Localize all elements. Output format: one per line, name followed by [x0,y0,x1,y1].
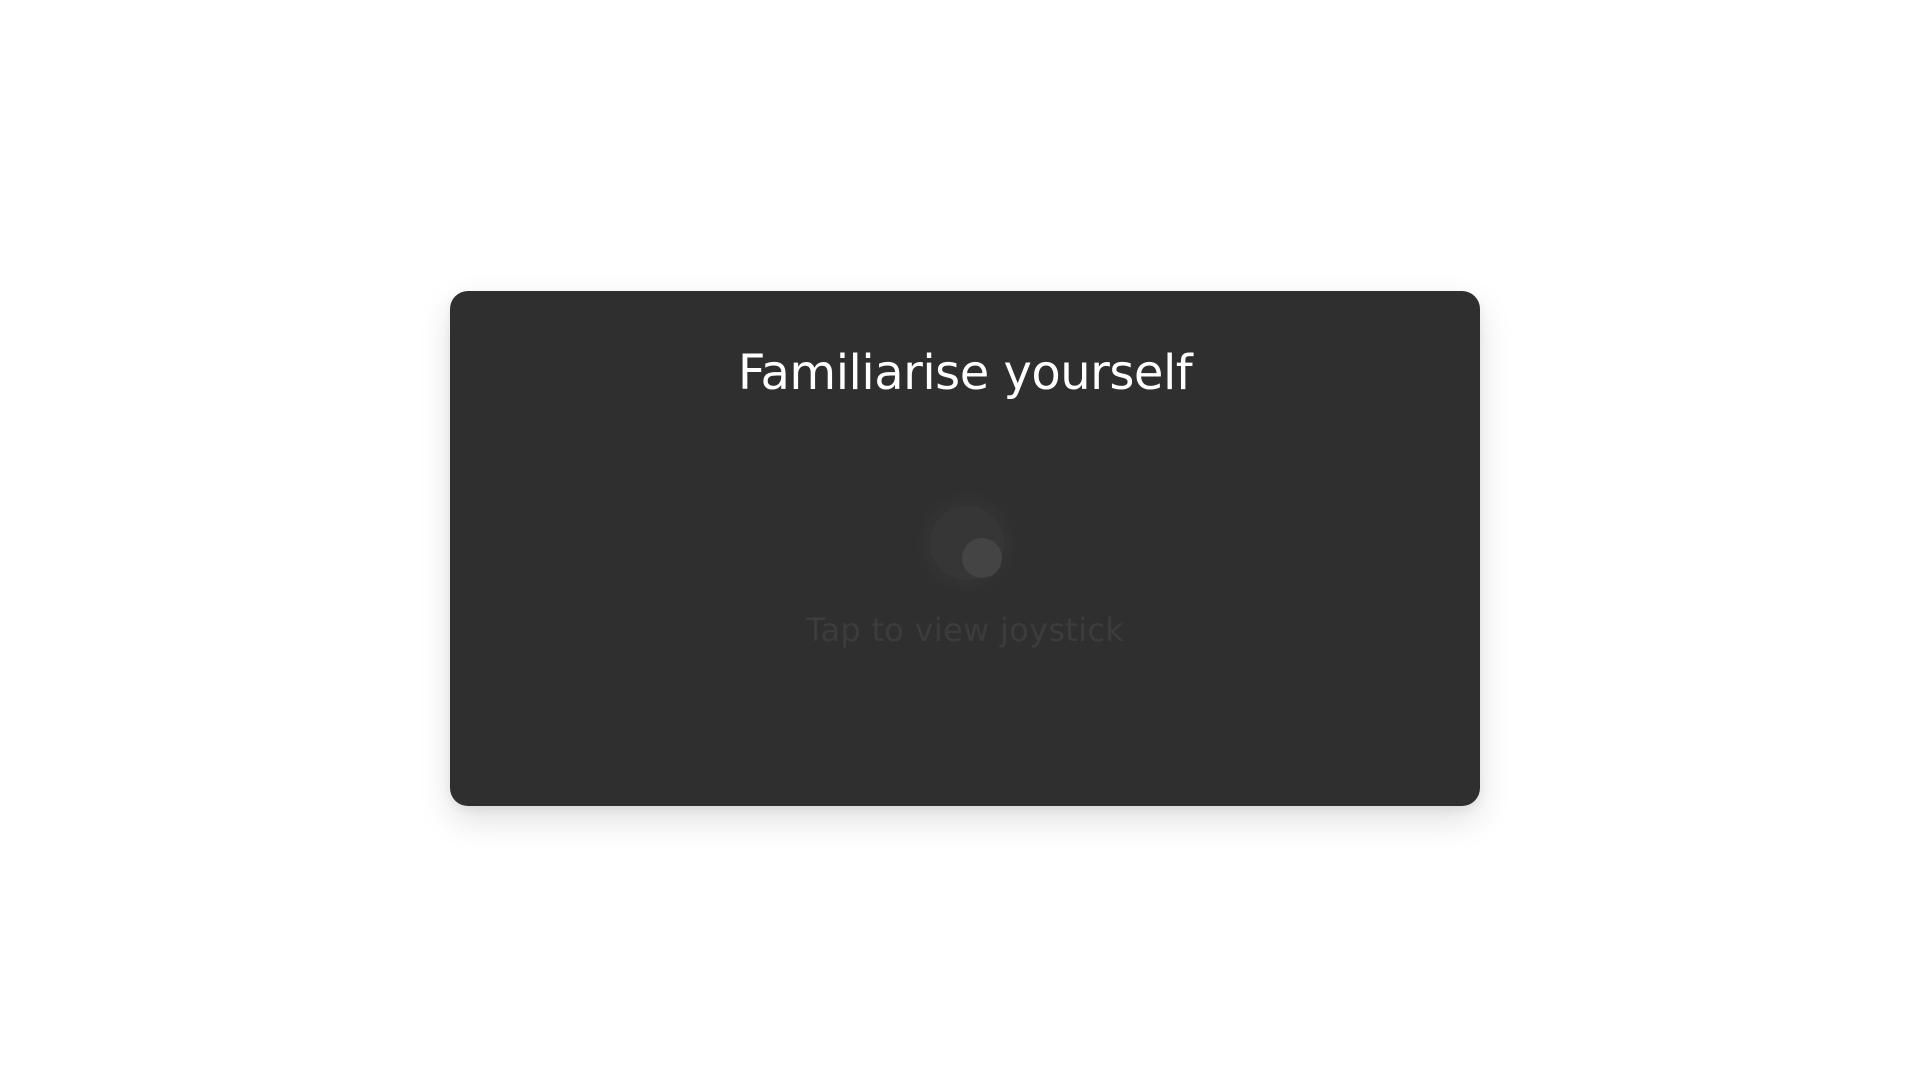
familiarise-card: Familiarise yourself Tap to view joystic… [450,291,1480,806]
page: Familiarise yourself Tap to view joystic… [0,0,1920,1080]
joystick-icon[interactable] [915,491,1019,595]
view-joystick-button[interactable]: Tap to view joystick [450,491,1480,681]
joystick-base [930,506,1004,580]
joystick-hint: Tap to view joystick [805,611,1125,649]
card-title: Familiarise yourself [737,345,1193,401]
joystick-knob [962,538,1002,578]
